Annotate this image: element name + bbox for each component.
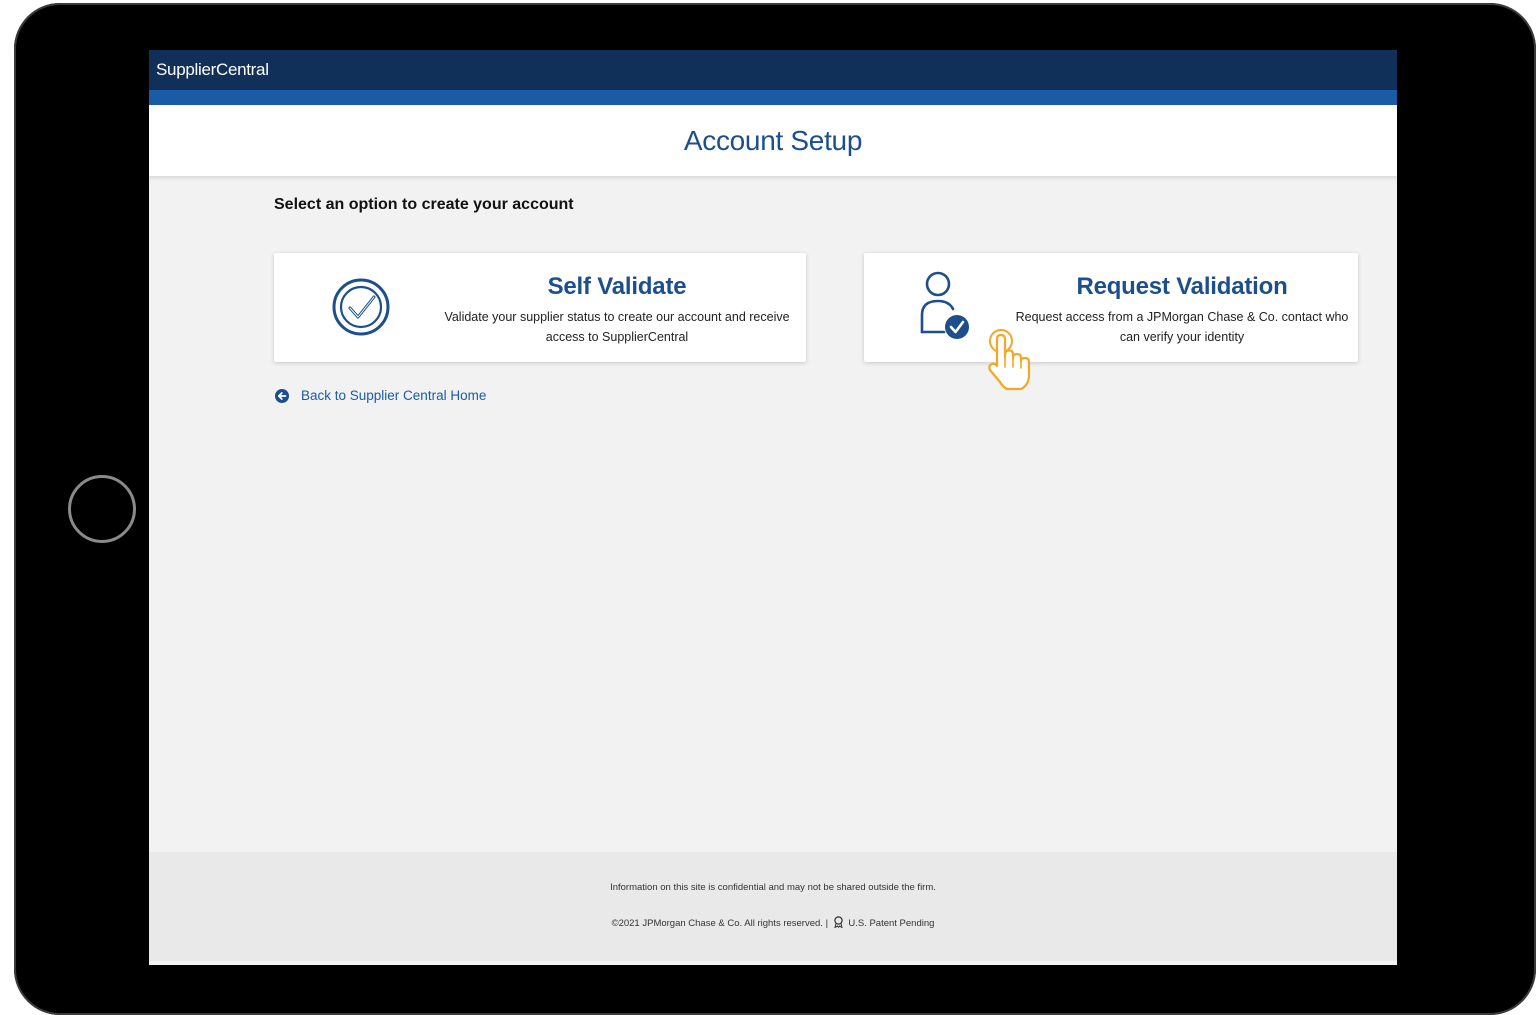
page-footer: Information on this site is confidential… — [149, 852, 1397, 961]
copyright-text: ©2021 JPMorgan Chase & Co. All rights re… — [611, 918, 829, 930]
tablet-home-button[interactable] — [68, 475, 136, 543]
copyright-line: ©2021 JPMorgan Chase & Co. All rights re… — [149, 916, 1397, 931]
accent-stripe — [149, 90, 1397, 105]
request-validation-description: Request access from a JPMorgan Chase & C… — [1015, 310, 1349, 344]
check-circle-icon — [331, 270, 391, 349]
app-screen: SupplierCentral Account Setup Select an … — [149, 50, 1397, 965]
confidentiality-notice: Information on this site is confidential… — [610, 882, 936, 893]
app-brand[interactable]: SupplierCentral — [156, 60, 269, 79]
self-validate-description: Validate your supplier status to create … — [444, 310, 790, 344]
patent-text[interactable]: U.S. Patent Pending — [848, 918, 934, 929]
page-title: Account Setup — [149, 105, 1397, 176]
back-to-home-link[interactable]: Back to Supplier Central Home — [275, 388, 486, 403]
hand-pointer-cursor-icon — [985, 327, 1037, 398]
request-validation-title: Request Validation — [1076, 273, 1288, 300]
self-validate-title: Self Validate — [547, 273, 687, 300]
back-link-label: Back to Supplier Central Home — [301, 388, 487, 403]
top-navigation-bar: SupplierCentral — [149, 50, 1397, 90]
request-validation-card[interactable]: Request Validation Request access from a… — [864, 253, 1358, 362]
patent-ribbon-icon — [833, 916, 844, 931]
self-validate-card[interactable]: Self Validate Validate your supplier sta… — [274, 253, 806, 362]
user-check-icon — [918, 269, 974, 352]
arrow-left-icon — [275, 388, 289, 403]
instruction-text: Select an option to create your account — [274, 196, 574, 213]
